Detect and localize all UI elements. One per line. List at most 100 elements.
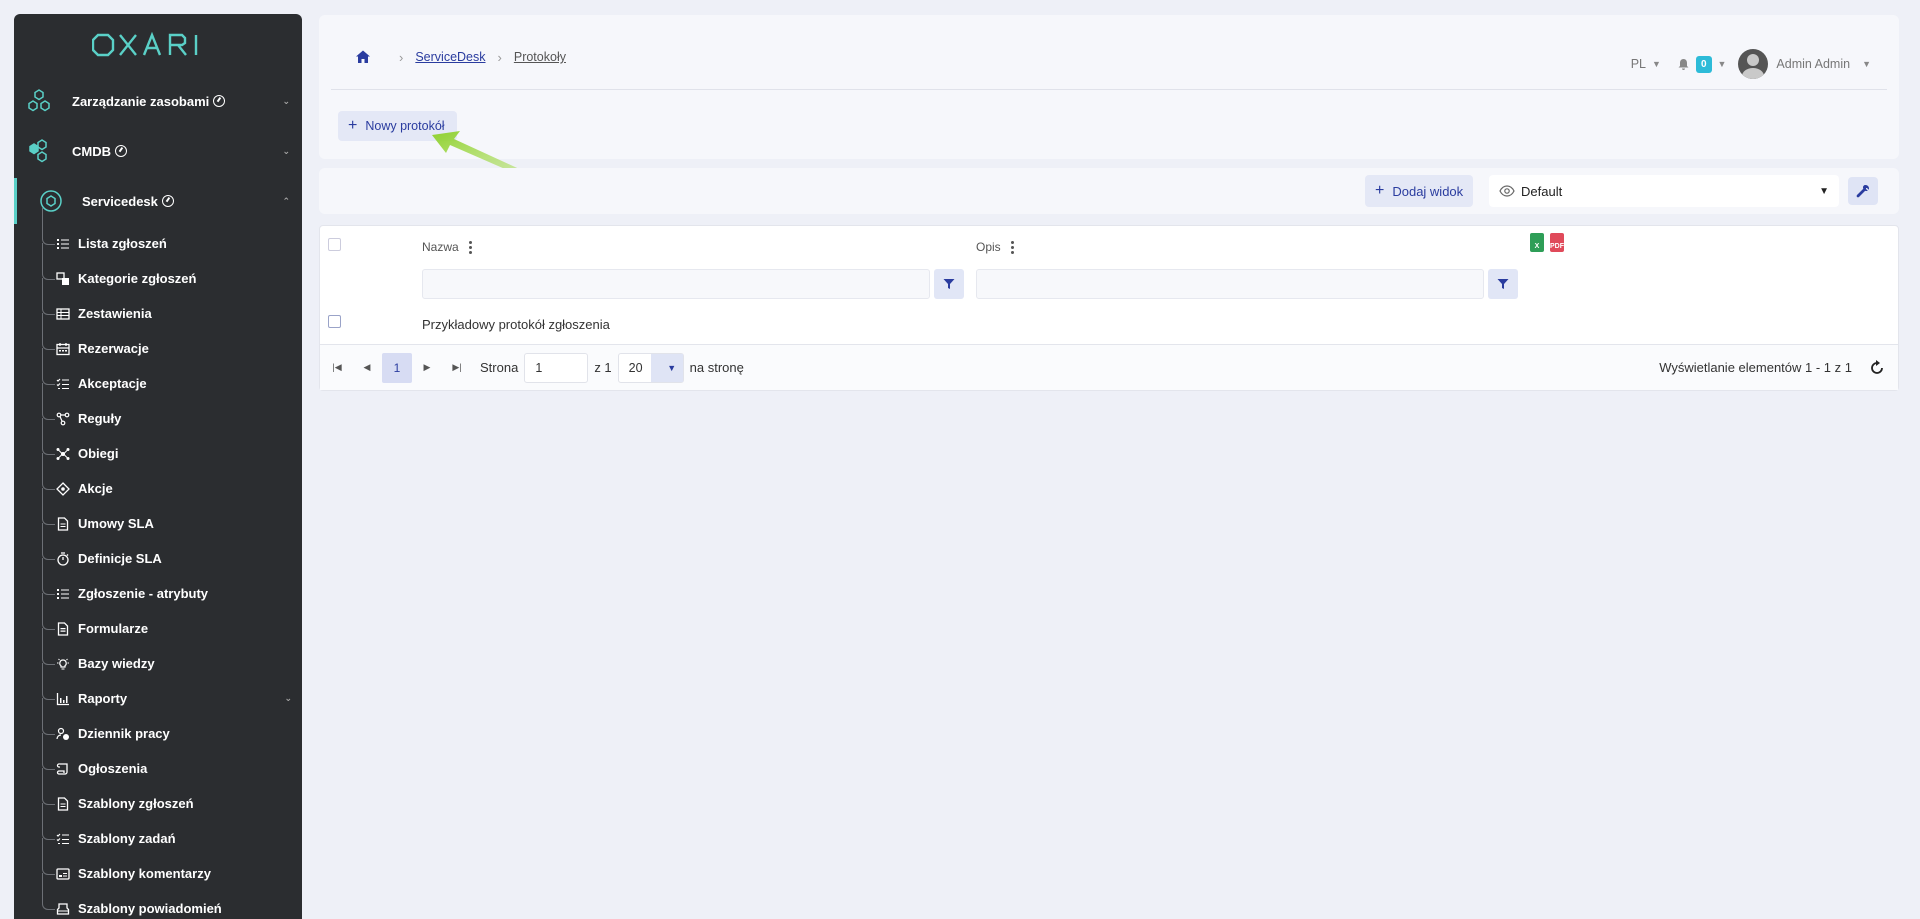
- sidebar-item-label: Dziennik pracy: [78, 726, 170, 741]
- sidebar-item-reguły[interactable]: Reguły: [40, 383, 302, 436]
- header-right: PL ▼ 0 ▼ Admin Admin ▼: [1631, 49, 1871, 79]
- notifications[interactable]: 0 ▼: [1677, 55, 1726, 73]
- view-settings-button[interactable]: [1848, 177, 1878, 205]
- sidebar-item-label: Rezerwacje: [78, 341, 149, 356]
- caret-down-icon: ▼: [1652, 59, 1661, 69]
- form-icon: [56, 621, 70, 636]
- column-header-label: Opis: [976, 240, 1001, 254]
- sidebar-item-label: Raporty: [78, 691, 128, 706]
- cmdb-icon: [26, 138, 52, 164]
- column-menu-icon[interactable]: [468, 240, 472, 254]
- breadcrumb-separator: ›: [497, 49, 502, 65]
- filter-button-opis[interactable]: [1488, 269, 1518, 299]
- caret-down-icon: ▼: [1862, 59, 1871, 69]
- sidebar-item-label: Zgłoszenie - atrybuty: [78, 586, 209, 601]
- chevron-down-icon: ⌄: [284, 693, 292, 703]
- language-selector[interactable]: PL ▼: [1631, 57, 1661, 71]
- view-toolbar: + Dodaj widok Default ▼: [319, 168, 1899, 214]
- wrench-icon: [1856, 185, 1869, 198]
- sidebar-item-akcje[interactable]: Akcje: [40, 453, 302, 506]
- column-header-nazwa[interactable]: Nazwa: [422, 240, 472, 254]
- select-all-checkbox[interactable]: [328, 238, 341, 251]
- refresh-icon[interactable]: [1868, 359, 1886, 377]
- breadcrumb-servicedesk[interactable]: ServiceDesk: [415, 50, 485, 64]
- sidebar-item-bazy-wiedzy[interactable]: Bazy wiedzy: [40, 628, 302, 681]
- page-size-select[interactable]: 20 ▼: [617, 352, 684, 383]
- sidebar-item-szablony-komentarzy[interactable]: Szablony komentarzy: [40, 838, 302, 891]
- prev-page-icon[interactable]: ◀: [352, 353, 382, 383]
- home-icon[interactable]: [355, 49, 371, 65]
- protocols-table: Nazwa Opis X PDF Przykładowy protokół zg…: [319, 225, 1899, 391]
- sidebar-item-ogłoszenia[interactable]: Ogłoszenia: [40, 733, 302, 786]
- first-page-icon[interactable]: |◀: [322, 353, 352, 383]
- sidebar-item-szablony-zadań[interactable]: Szablony zadań: [40, 803, 302, 856]
- new-protocol-button[interactable]: + Nowy protokół: [338, 111, 457, 141]
- breadcrumb-current[interactable]: Protokoły: [514, 50, 566, 64]
- last-page-icon[interactable]: ▶|: [442, 353, 472, 383]
- export-pdf-icon[interactable]: PDF: [1550, 233, 1564, 252]
- gauge-icon: [213, 95, 226, 107]
- chart-icon: [56, 692, 70, 706]
- sidebar-item-label: Ogłoszenia: [78, 761, 148, 776]
- header-divider: [331, 89, 1887, 90]
- row-checkbox[interactable]: [328, 315, 341, 328]
- table-icon: [56, 307, 70, 321]
- column-header-label: Nazwa: [422, 240, 459, 254]
- nav-cmdb[interactable]: CMDB ⌄: [14, 126, 302, 176]
- sidebar-item-label: Zestawienia: [78, 306, 152, 321]
- page-of-label: z 1: [594, 360, 612, 375]
- page-size-value: 20: [628, 360, 643, 375]
- stopwatch-icon: [56, 551, 70, 566]
- sidebar-item-formularze[interactable]: Formularze: [40, 593, 302, 646]
- sidebar-item-label: Szablony powiadomień: [78, 901, 222, 916]
- header-card: › ServiceDesk › Protokoły PL ▼ 0 ▼ Admin…: [319, 15, 1899, 159]
- sidebar-item-akceptacje[interactable]: Akceptacje: [40, 348, 302, 401]
- sidebar-item-dziennik-pracy[interactable]: Dziennik pracy: [40, 698, 302, 751]
- nav-zarzadzanie-zasobami[interactable]: Zarządzanie zasobami ⌄: [14, 76, 302, 126]
- plus-icon: +: [1375, 182, 1385, 199]
- filter-input-opis[interactable]: [976, 269, 1484, 299]
- sidebar-item-szablony-zgłoszeń[interactable]: Szablony zgłoszeń: [40, 768, 302, 821]
- per-page-label: na stronę: [689, 360, 744, 375]
- sidebar-item-rezerwacje[interactable]: Rezerwacje: [40, 313, 302, 366]
- gauge-icon: [115, 145, 127, 157]
- checklist-icon: [56, 377, 70, 391]
- sidebar-item-umowy-sla[interactable]: Umowy SLA: [40, 488, 302, 541]
- nav-servicedesk[interactable]: Servicedesk ⌃: [14, 176, 302, 226]
- actions-icon: [56, 481, 70, 496]
- sidebar-item-raporty[interactable]: Raporty ⌄: [40, 663, 302, 716]
- add-view-button[interactable]: + Dodaj widok: [1365, 175, 1474, 207]
- document-icon: [56, 516, 70, 531]
- sidebar-item-lista-zgłoszeń[interactable]: Lista zgłoszeń: [40, 208, 302, 261]
- calendar-icon: [56, 342, 70, 356]
- table-row-name[interactable]: Przykładowy protokół zgłoszenia: [422, 317, 610, 332]
- filter-button-nazwa[interactable]: [934, 269, 964, 299]
- nav-label: Zarządzanie zasobami: [72, 93, 210, 109]
- sidebar-item-obiegi[interactable]: Obiegi: [40, 418, 302, 471]
- view-select[interactable]: Default ▼: [1489, 175, 1839, 207]
- oxari-logo[interactable]: [14, 14, 302, 76]
- sidebar-item-szablony-powiadomień[interactable]: Szablony powiadomień: [40, 873, 302, 919]
- page-number-button[interactable]: 1: [382, 352, 412, 383]
- column-header-opis[interactable]: Opis: [976, 240, 1014, 254]
- logo-mark: [92, 31, 198, 57]
- sidebar-item-label: Lista zgłoszeń: [78, 236, 167, 251]
- avatar: [1738, 49, 1769, 79]
- export-xls-icon[interactable]: X: [1530, 233, 1544, 252]
- next-page-icon[interactable]: ▶: [412, 353, 442, 383]
- sidebar-item-zestawienia[interactable]: Zestawienia: [40, 278, 302, 331]
- list-icon: [56, 587, 70, 601]
- user-menu[interactable]: Admin Admin ▼: [1738, 49, 1871, 79]
- sidebar-item-definicje-sla[interactable]: Definicje SLA: [40, 523, 302, 576]
- document-icon: [56, 796, 70, 811]
- filter-input-nazwa[interactable]: [422, 269, 930, 299]
- add-view-label: Dodaj widok: [1392, 183, 1464, 199]
- sidebar-item-label: Umowy SLA: [78, 516, 154, 531]
- sidebar-item-zgłoszenie-atrybuty[interactable]: Zgłoszenie - atrybuty: [40, 558, 302, 611]
- page-input[interactable]: 1: [524, 352, 589, 383]
- view-select-value: Default: [1521, 183, 1563, 199]
- chevron-down-icon: ⌄: [282, 145, 290, 156]
- caret-down-icon: ▼: [650, 353, 683, 382]
- column-menu-icon[interactable]: [1010, 240, 1014, 254]
- sidebar-item-kategorie-zgłoszeń[interactable]: Kategorie zgłoszeń: [40, 243, 302, 296]
